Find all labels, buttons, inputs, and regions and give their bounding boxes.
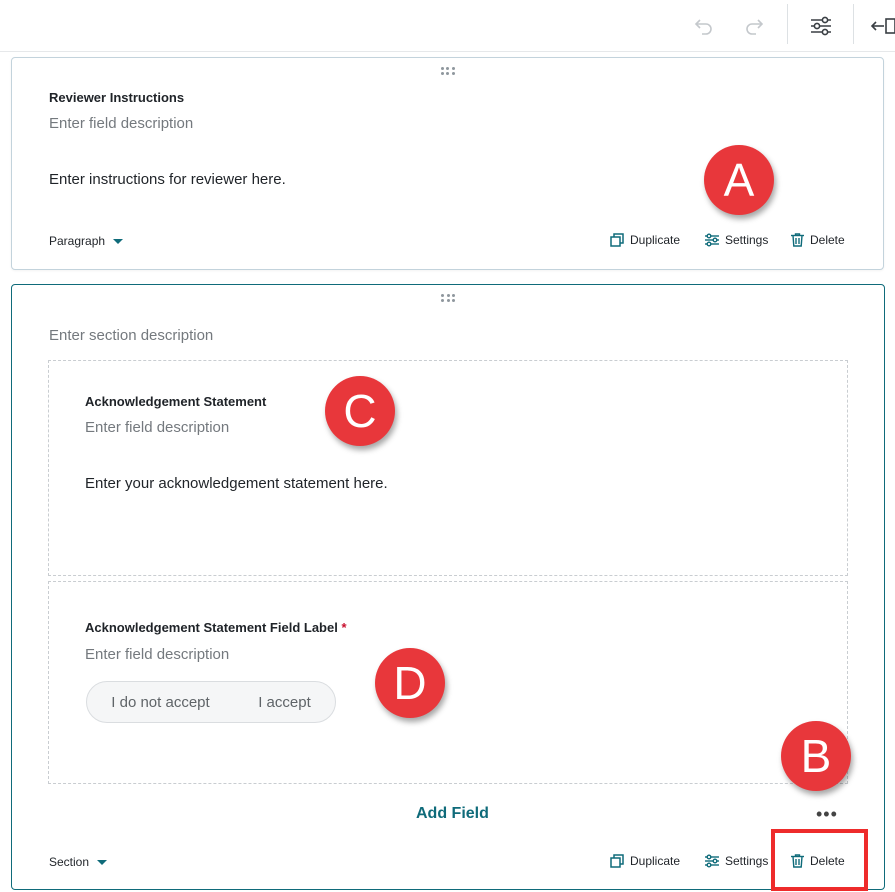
settings-label: Settings (725, 854, 769, 868)
section-type-dropdown[interactable]: Section (49, 855, 108, 869)
field-label[interactable]: Acknowledgement Statement (85, 394, 266, 409)
filter-settings-icon[interactable] (803, 8, 839, 44)
field-type-label: Paragraph (49, 234, 106, 248)
drag-handle-icon[interactable] (440, 67, 455, 75)
toggle-option-accept[interactable]: I accept (258, 694, 311, 711)
settings-label: Settings (725, 233, 769, 247)
annotation-marker-a: A (704, 145, 774, 215)
add-field-button[interactable]: Add Field (416, 805, 489, 823)
toolbar-divider (853, 4, 854, 44)
field-type-label: Section (49, 855, 90, 869)
accept-toggle[interactable]: I do not accept I accept (86, 681, 336, 723)
trash-icon (791, 233, 804, 247)
settings-button[interactable]: Settings (705, 854, 768, 868)
acknowledgement-label-field[interactable]: Acknowledgement Statement Field Label * … (48, 581, 848, 784)
duplicate-button[interactable]: Duplicate (610, 233, 680, 247)
field-type-dropdown[interactable]: Paragraph (49, 234, 124, 248)
settings-button[interactable]: Settings (705, 233, 768, 247)
duplicate-icon (610, 854, 624, 868)
field-description[interactable]: Enter field description (85, 419, 229, 436)
redo-icon[interactable] (736, 8, 772, 44)
acknowledgement-statement-field[interactable]: Acknowledgement Statement Enter field de… (48, 360, 848, 576)
more-options-icon[interactable]: ••• (816, 805, 838, 823)
collapse-panel-icon[interactable] (870, 8, 895, 44)
field-description[interactable]: Enter field description (85, 646, 229, 663)
field-body-text[interactable]: Enter your acknowledgement statement her… (85, 475, 388, 492)
settings-sliders-icon (705, 854, 719, 868)
duplicate-icon (610, 233, 624, 247)
drag-handle-icon[interactable] (441, 294, 455, 302)
chevron-down-icon (97, 859, 108, 865)
chevron-down-icon (113, 238, 124, 244)
delete-button[interactable]: Delete (791, 233, 845, 247)
annotation-marker-d: D (375, 648, 445, 718)
field-description[interactable]: Enter field description (49, 115, 193, 132)
top-toolbar (0, 0, 895, 52)
toggle-option-decline[interactable]: I do not accept (111, 694, 209, 711)
duplicate-label: Duplicate (630, 233, 681, 247)
section-description[interactable]: Enter section description (49, 327, 213, 344)
field-label[interactable]: Acknowledgement Statement Field Label * (85, 620, 347, 635)
required-marker: * (341, 620, 347, 635)
delete-highlight-box (771, 829, 868, 891)
toolbar-divider (787, 4, 788, 44)
field-body-text[interactable]: Enter instructions for reviewer here. (49, 171, 286, 188)
duplicate-button[interactable]: Duplicate (610, 854, 680, 868)
undo-icon[interactable] (686, 8, 722, 44)
section-card[interactable]: Enter section description Acknowledgemen… (11, 284, 885, 890)
field-label[interactable]: Reviewer Instructions (49, 90, 184, 105)
field-label-text: Acknowledgement Statement Field Label (85, 620, 338, 635)
settings-sliders-icon (705, 233, 719, 247)
duplicate-label: Duplicate (630, 854, 681, 868)
delete-label: Delete (810, 233, 845, 247)
annotation-marker-b: B (781, 721, 851, 791)
annotation-marker-c: C (325, 376, 395, 446)
